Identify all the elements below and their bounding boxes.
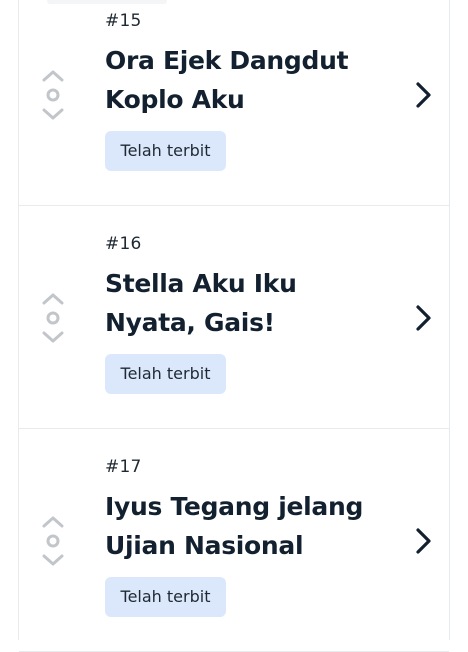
chapter-number: #15 [105,11,142,31]
chevron-right-icon[interactable] [412,527,434,555]
chevron-right-icon[interactable] [412,81,434,109]
chapter-item[interactable]: #16 Stella Aku Iku Nyata, Gais! Telah te… [19,206,449,429]
chapter-list: #15 Ora Ejek Dangdut Koplo Aku Telah ter… [18,0,450,652]
reorder-handle-icon[interactable] [41,291,65,343]
chapter-title[interactable]: Ora Ejek Dangdut Koplo Aku [105,41,395,119]
chapter-title[interactable]: Stella Aku Iku Nyata, Gais! [105,264,395,342]
reorder-handle-icon[interactable] [41,68,65,120]
chapter-title[interactable]: Iyus Tegang jelang Ujian Nasional [105,487,395,565]
status-badge: Telah terbit [105,131,226,171]
chapter-item[interactable]: #17 Iyus Tegang jelang Ujian Nasional Te… [19,429,449,652]
status-badge: Telah terbit [105,577,226,617]
chapter-number: #17 [105,457,142,477]
chapter-number: #16 [105,234,142,254]
chapter-item[interactable]: #15 Ora Ejek Dangdut Koplo Aku Telah ter… [19,0,449,206]
reorder-handle-icon[interactable] [41,514,65,566]
chevron-right-icon[interactable] [412,304,434,332]
status-badge: Telah terbit [105,354,226,394]
